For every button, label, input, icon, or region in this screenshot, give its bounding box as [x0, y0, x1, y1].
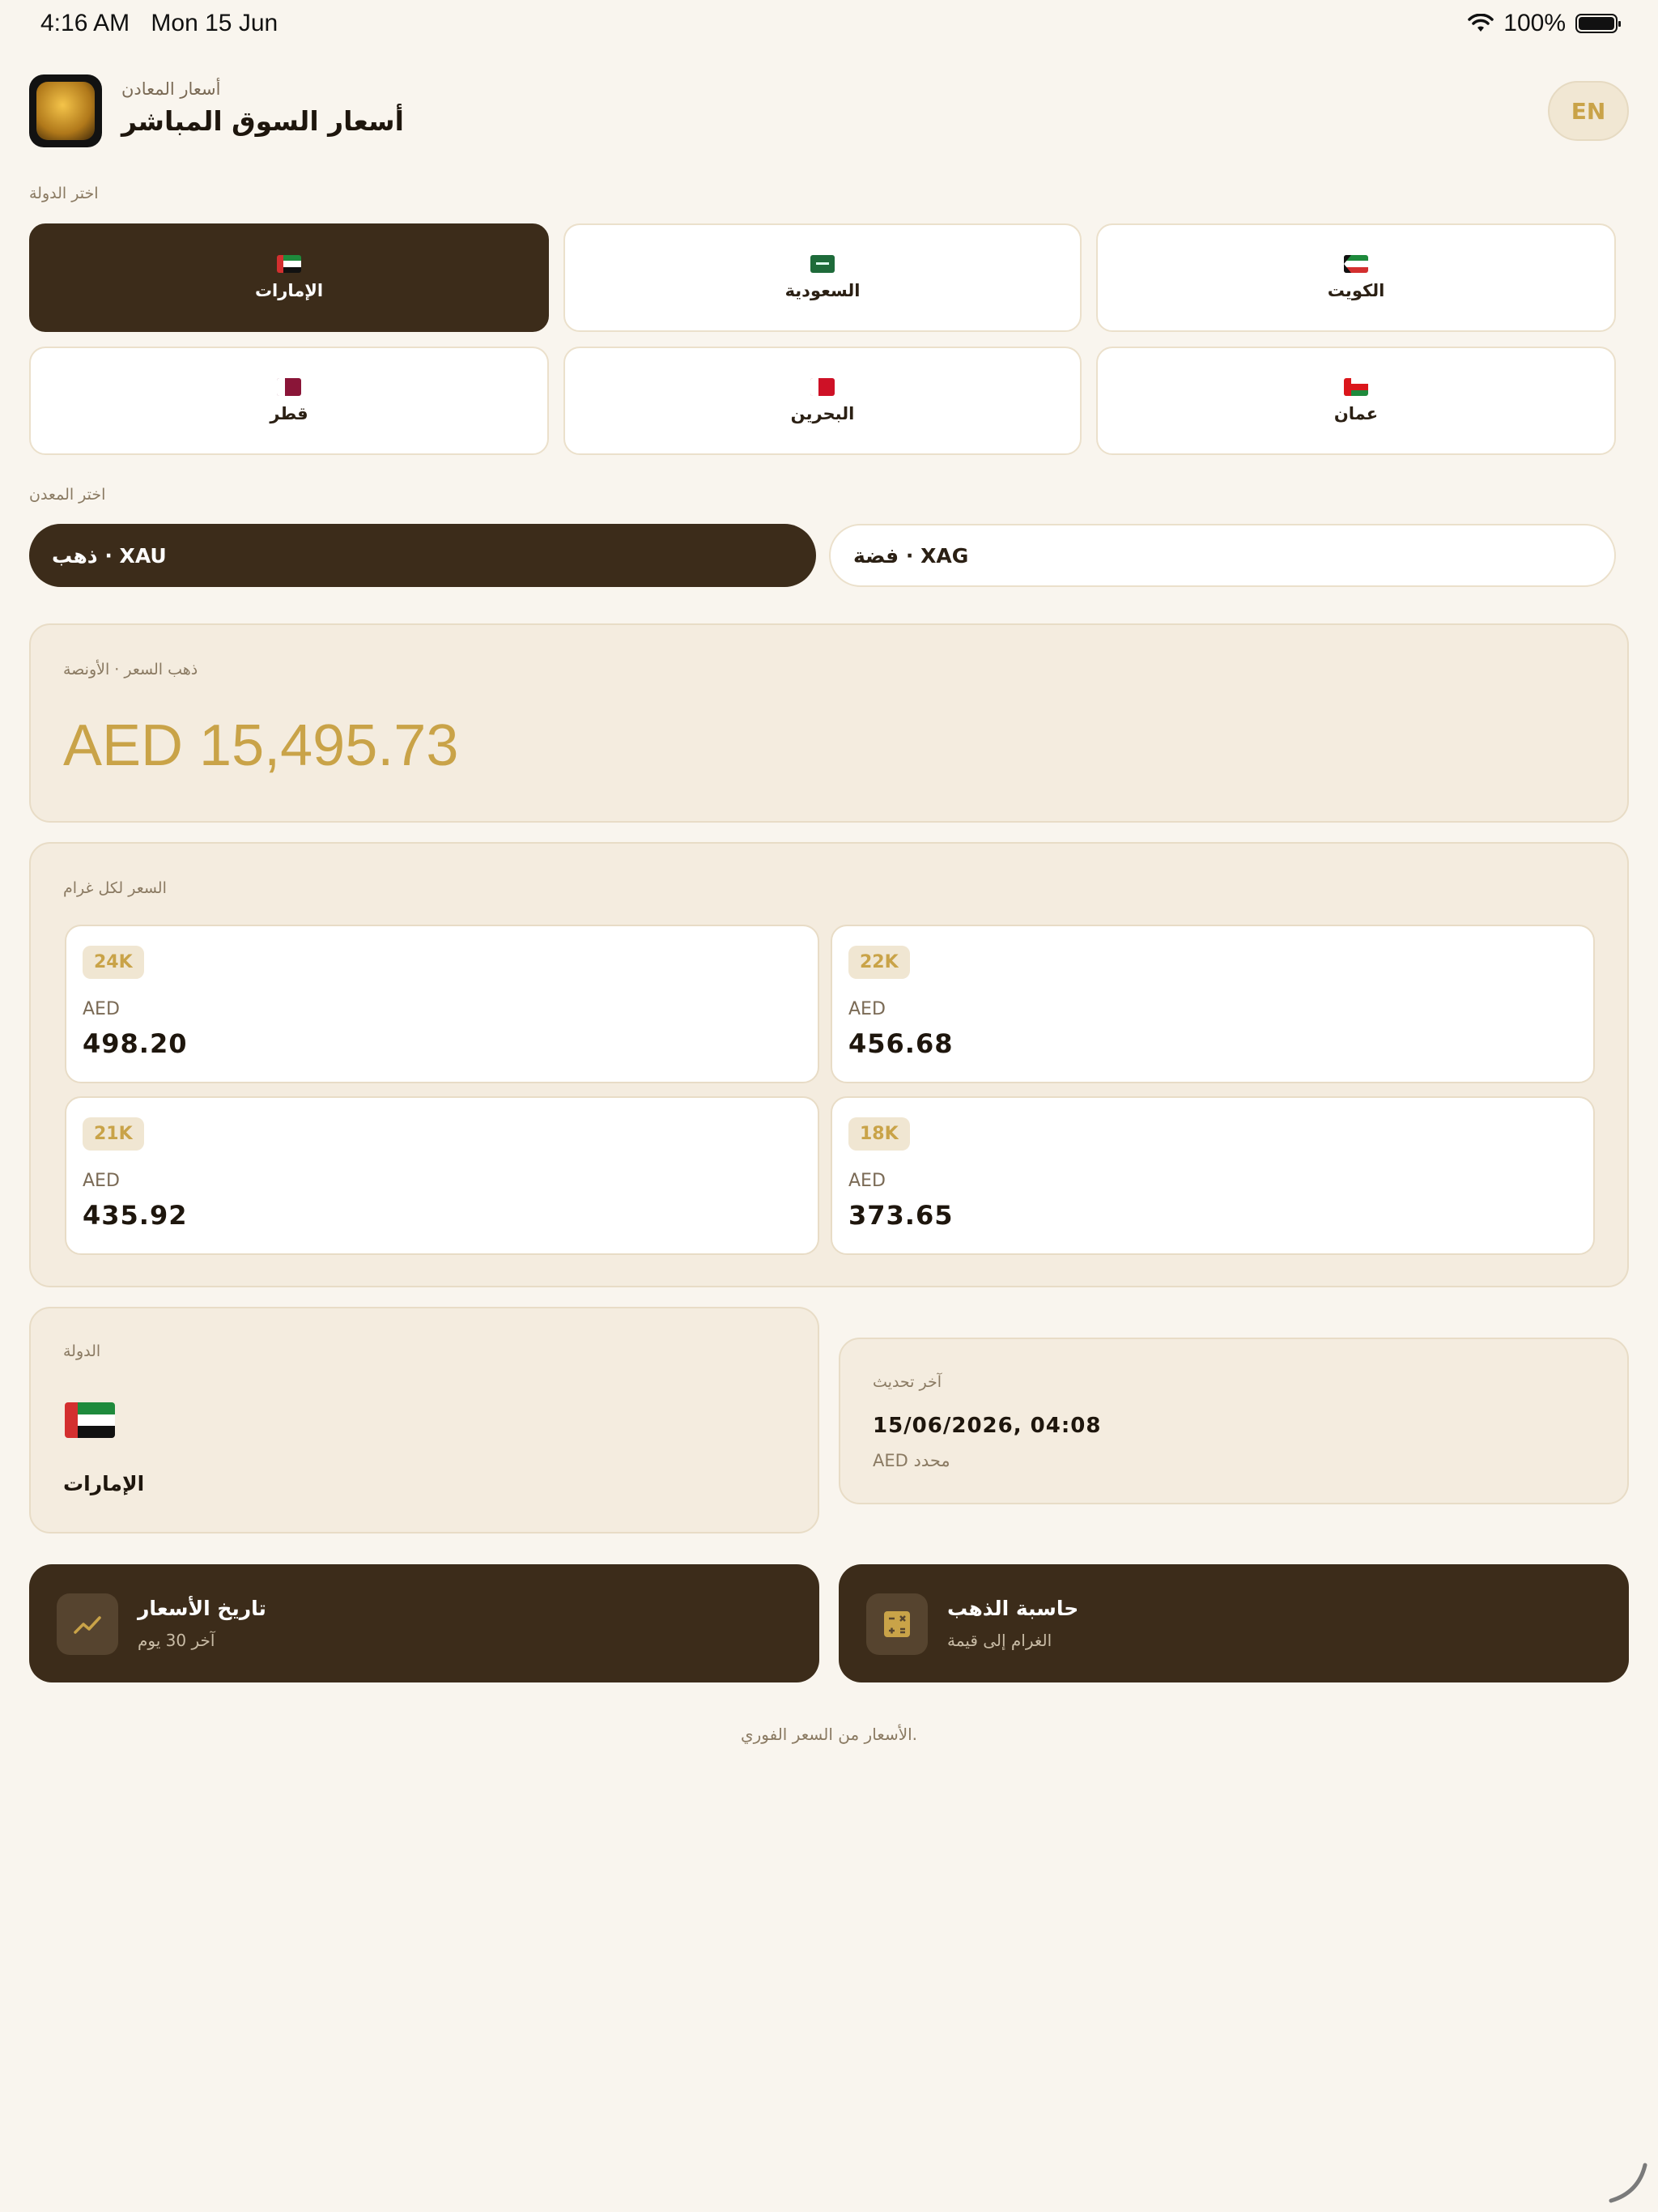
country-option-kuwait[interactable]: الكويت: [1096, 223, 1616, 332]
gram-price-value: 498.20: [83, 1028, 188, 1059]
country-name: الكويت: [1327, 281, 1385, 300]
metal-option-gold[interactable]: ذهب · XAU: [29, 524, 816, 587]
country-info-card: الدولة الإمارات: [29, 1307, 819, 1534]
currency-label: AED: [83, 1171, 120, 1191]
last-update-timestamp: 15/06/2026, 04:08: [873, 1414, 1102, 1438]
price-history-title: تاريخ الأسعار: [138, 1597, 266, 1620]
karat-badge: 18K: [848, 1117, 910, 1151]
country-name: قطر: [270, 404, 308, 423]
country-info-label: الدولة: [63, 1342, 101, 1360]
country-option-saudi[interactable]: السعودية: [563, 223, 1082, 332]
language-toggle-button[interactable]: EN: [1548, 81, 1629, 141]
oman-flag-icon: [1344, 378, 1368, 396]
gold-calculator-button[interactable]: حاسبة الذهب الغرام إلى قيمة: [839, 1564, 1629, 1682]
bahrain-flag-icon: [810, 378, 835, 396]
currency-note: AED محدد: [873, 1451, 950, 1470]
trend-chart-icon: [57, 1593, 118, 1655]
saudi-flag-icon: [810, 255, 835, 273]
karat-24-card: 24K AED 498.20: [65, 925, 819, 1083]
status-time: 4:16 AM: [40, 10, 130, 36]
country-option-bahrain[interactable]: البحرين: [563, 347, 1082, 455]
calculator-icon: [866, 1593, 928, 1655]
karat-18-card: 18K AED 373.65: [831, 1096, 1595, 1255]
currency-label: AED: [848, 1171, 886, 1191]
price-history-button[interactable]: تاريخ الأسعار آخر 30 يوم: [29, 1564, 819, 1682]
currency-label: AED: [83, 999, 120, 1019]
currency-label: AED: [848, 999, 886, 1019]
karat-22-card: 22K AED 456.68: [831, 925, 1595, 1083]
footer-note: الأسعار من السعر الفوري.: [740, 1725, 918, 1744]
country-option-oman[interactable]: عمان: [1096, 347, 1616, 455]
uae-flag-icon: [65, 1402, 115, 1438]
gram-price-value: 456.68: [848, 1028, 954, 1059]
app-subtitle: أسعار المعادن: [121, 79, 221, 99]
app-logo: [29, 74, 102, 147]
country-name: الإمارات: [254, 281, 324, 300]
country-info-name: الإمارات: [63, 1472, 145, 1495]
gram-price-value: 435.92: [83, 1200, 188, 1231]
karat-21-card: 21K AED 435.92: [65, 1096, 819, 1255]
gram-price-card: السعر لكل غرام 24K AED 498.20 22K AED 45…: [29, 842, 1629, 1287]
metal-section-label: اختر المعدن: [29, 486, 106, 504]
kuwait-flag-icon: [1344, 255, 1368, 273]
battery-icon: [1575, 14, 1621, 33]
status-date: Mon 15 Jun: [151, 10, 278, 36]
ounce-price-value: AED 15,495.73: [63, 713, 459, 778]
metal-option-silver[interactable]: فضة · XAG: [829, 524, 1616, 587]
country-name: السعودية: [784, 281, 861, 300]
karat-badge: 21K: [83, 1117, 144, 1151]
gram-price-value: 373.65: [848, 1200, 954, 1231]
country-name: عمان: [1333, 404, 1379, 423]
country-option-qatar[interactable]: قطر: [29, 347, 549, 455]
gold-calculator-title: حاسبة الذهب: [947, 1597, 1079, 1620]
karat-badge: 22K: [848, 946, 910, 979]
price-history-subtitle: آخر 30 يوم: [138, 1631, 215, 1650]
ounce-price-card: ذهب السعر · الأونصة AED 15,495.73: [29, 623, 1629, 823]
wifi-icon: [1468, 14, 1494, 32]
last-update-label: آخر تحديث: [873, 1373, 942, 1391]
gold-calculator-subtitle: الغرام إلى قيمة: [947, 1631, 1052, 1650]
country-option-uae[interactable]: الإمارات: [29, 223, 549, 332]
karat-badge: 24K: [83, 946, 144, 979]
uae-flag-icon: [277, 255, 301, 273]
last-update-card: آخر تحديث 15/06/2026, 04:08 AED محدد: [839, 1338, 1629, 1504]
app-title: أسعار السوق المباشر: [121, 105, 404, 137]
status-bar-left: 4:16 AM Mon 15 Jun: [40, 10, 292, 37]
country-name: البحرين: [790, 404, 855, 423]
home-indicator-icon: [1609, 2163, 1647, 2203]
status-bar-right: 100%: [1468, 10, 1621, 37]
country-section-label: اختر الدولة: [29, 185, 99, 202]
gram-price-label: السعر لكل غرام: [63, 879, 167, 897]
battery-percent: 100%: [1503, 10, 1566, 36]
ounce-price-label: ذهب السعر · الأونصة: [63, 661, 198, 678]
qatar-flag-icon: [277, 378, 301, 396]
